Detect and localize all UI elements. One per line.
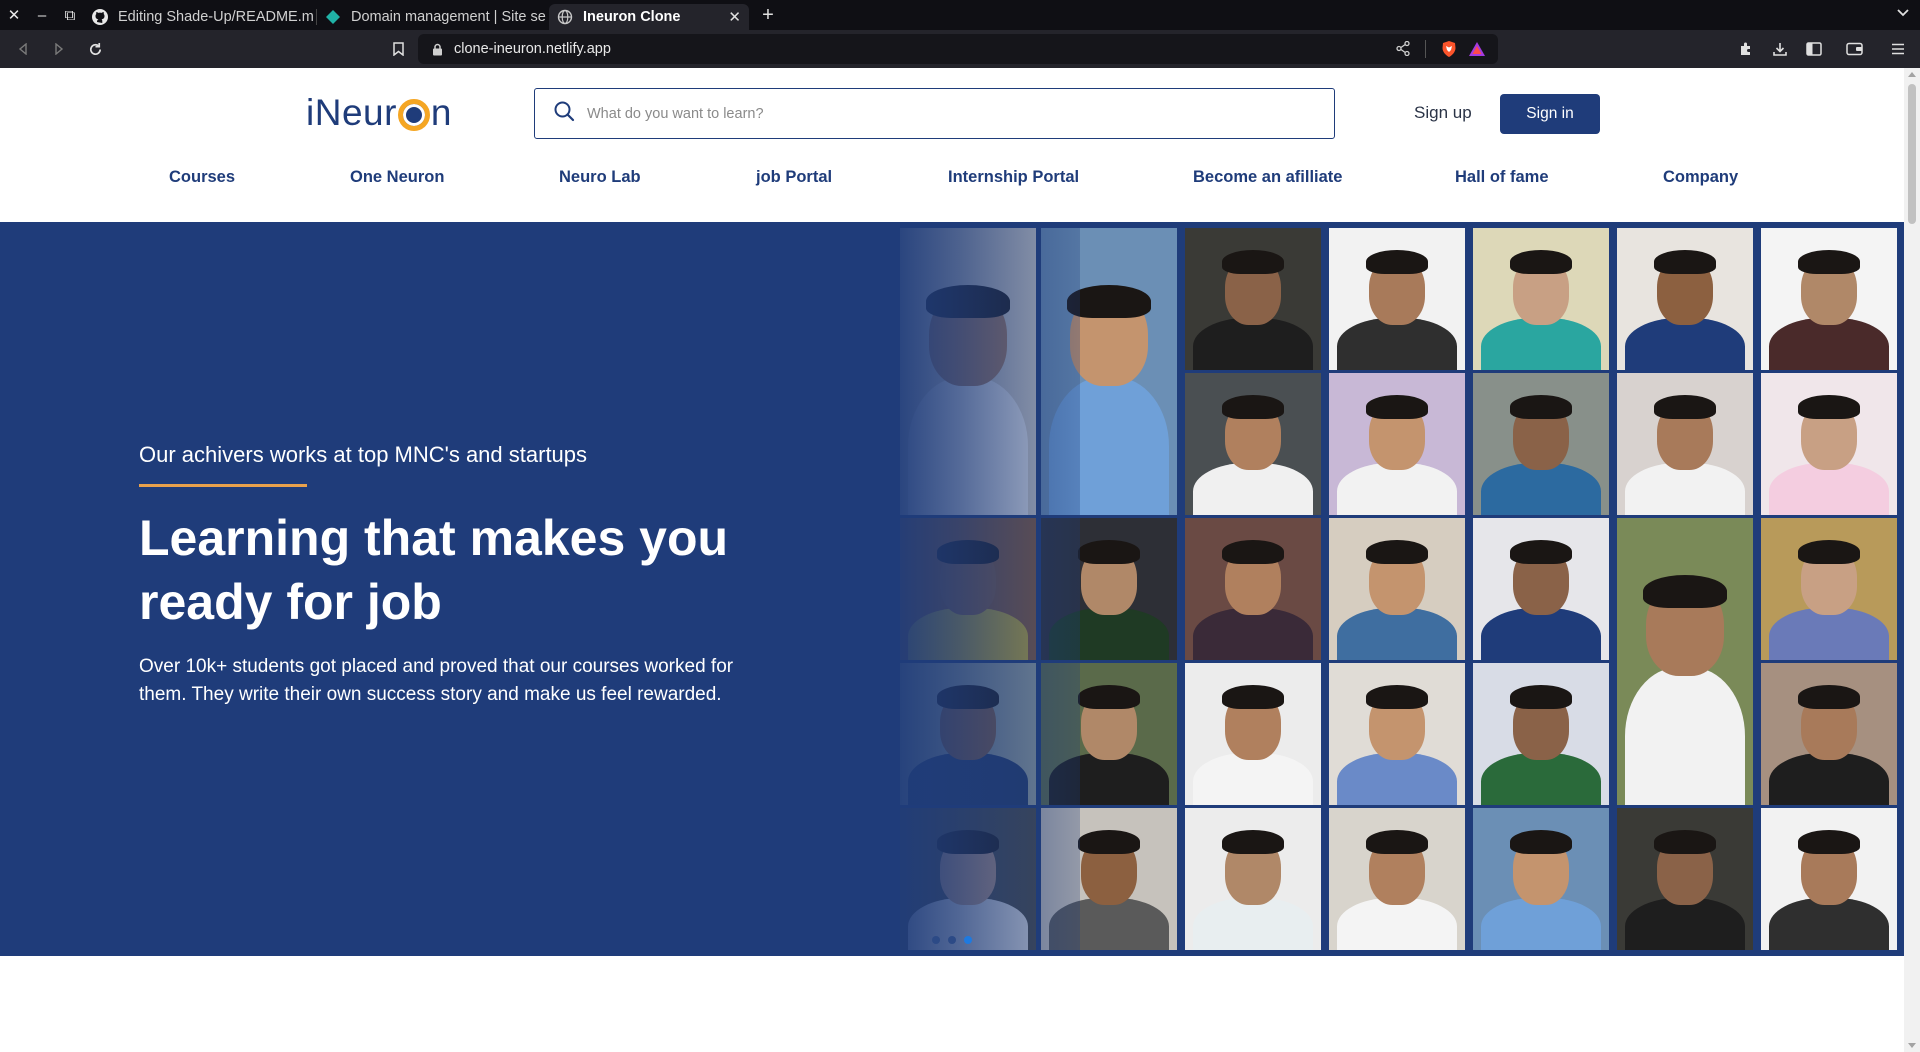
hero-title: Learning that makes you ready for job	[139, 510, 729, 630]
nav-one-neuron[interactable]: One Neuron	[350, 168, 444, 187]
achiever-photo	[1329, 518, 1465, 660]
logo-text-end: n	[430, 92, 452, 133]
achiever-photo	[1617, 518, 1753, 805]
browser-tab-bar: ✕ ‒ ⧉ Editing Shade-Up/README.m Domain m…	[0, 0, 1920, 30]
nav-job-portal[interactable]: job Portal	[756, 168, 832, 187]
sign-in-button[interactable]: Sign in	[1500, 94, 1600, 134]
achiever-photo	[1329, 663, 1465, 805]
achiever-photo	[1761, 808, 1897, 950]
achiever-photo	[1761, 228, 1897, 370]
hero-kicker: Our achivers works at top MNC's and star…	[139, 442, 588, 467]
minimize-window-icon[interactable]: ‒	[28, 0, 56, 30]
close-window-icon[interactable]: ✕	[0, 0, 28, 30]
achiever-photo	[1617, 373, 1753, 515]
hero-description: Over 10k+ students got placed and proved…	[139, 656, 734, 705]
achiever-photo	[1185, 228, 1321, 370]
achiever-photo	[1617, 808, 1753, 950]
brave-rewards-icon[interactable]	[1468, 41, 1486, 57]
back-icon[interactable]	[8, 34, 38, 64]
nav-company[interactable]: Company	[1663, 168, 1738, 187]
logo-text: iNeur	[306, 92, 397, 133]
download-icon[interactable]	[1770, 39, 1790, 59]
brave-shields-icon[interactable]	[1440, 40, 1458, 58]
hero-divider	[139, 484, 307, 487]
restore-window-icon[interactable]: ⧉	[56, 0, 84, 30]
address-bar-divider	[1425, 40, 1426, 58]
github-icon	[92, 9, 108, 25]
search-input[interactable]	[587, 105, 1287, 122]
achiever-photo	[1329, 228, 1465, 370]
forward-icon[interactable]	[44, 34, 74, 64]
tab-netlify[interactable]: Domain management | Site se	[317, 4, 549, 30]
close-tab-icon[interactable]: ✕	[728, 8, 741, 26]
search-box[interactable]	[534, 88, 1335, 139]
url-text: clone-ineuron.netlify.app	[454, 41, 611, 57]
achiever-photo	[1473, 373, 1609, 515]
lock-icon	[432, 42, 444, 56]
netlify-icon	[325, 9, 341, 25]
achiever-photo	[1761, 663, 1897, 805]
photo-grid-fade	[880, 222, 1080, 956]
scroll-down-icon[interactable]	[1908, 1043, 1916, 1048]
achiever-photo	[1473, 518, 1609, 660]
achiever-photo	[1761, 373, 1897, 515]
main-navigation: Courses One Neuron Neuro Lab job Portal …	[0, 168, 1904, 228]
page: iNeurn Sign up Sign in Courses One Neuro…	[0, 68, 1904, 1052]
search-icon	[553, 100, 575, 127]
ineuron-logo[interactable]: iNeur n	[306, 90, 452, 136]
achiever-photo	[1473, 228, 1609, 370]
carousel-dot[interactable]	[948, 936, 956, 944]
browser-toolbar: clone-ineuron.netlify.app	[0, 30, 1920, 68]
tab-github[interactable]: Editing Shade-Up/README.m	[84, 4, 316, 30]
achiever-photo	[1185, 663, 1321, 805]
bookmark-icon[interactable]	[388, 34, 408, 64]
scrollbar-thumb[interactable]	[1908, 84, 1916, 224]
new-tab-icon[interactable]: +	[753, 4, 783, 27]
tab-title: Domain management | Site se	[351, 9, 546, 25]
share-icon[interactable]	[1396, 40, 1410, 61]
achiever-photo	[1473, 808, 1609, 950]
nav-neuro-lab[interactable]: Neuro Lab	[559, 168, 641, 187]
carousel-dot-active[interactable]	[964, 936, 972, 944]
nav-courses[interactable]: Courses	[169, 168, 235, 187]
tab-title: Editing Shade-Up/README.m	[118, 9, 314, 25]
tab-title: Ineuron Clone	[583, 9, 681, 25]
achiever-photo	[1185, 373, 1321, 515]
logo-o-mark	[397, 99, 430, 131]
address-bar[interactable]: clone-ineuron.netlify.app	[418, 34, 1498, 64]
extensions-icon[interactable]	[1736, 39, 1756, 59]
sidebar-icon[interactable]	[1804, 39, 1824, 59]
sign-up-link[interactable]: Sign up	[1414, 103, 1472, 123]
carousel-dot[interactable]	[932, 936, 940, 944]
globe-icon	[557, 9, 573, 25]
menu-icon[interactable]	[1888, 39, 1908, 59]
nav-become-affiliate[interactable]: Become an afilliate	[1193, 168, 1342, 187]
reload-icon[interactable]	[80, 34, 110, 64]
hero-section: Our achivers works at top MNC's and star…	[0, 222, 1904, 956]
achiever-photo	[1761, 518, 1897, 660]
wallet-icon[interactable]	[1844, 39, 1864, 59]
nav-hall-of-fame[interactable]: Hall of fame	[1455, 168, 1549, 187]
carousel-dots	[932, 936, 972, 944]
chevron-down-icon[interactable]	[1896, 5, 1910, 22]
nav-internship-portal[interactable]: Internship Portal	[948, 168, 1079, 187]
page-scrollbar[interactable]	[1904, 68, 1920, 1052]
tab-ineuron-clone[interactable]: Ineuron Clone ✕	[549, 4, 749, 30]
scroll-up-icon[interactable]	[1908, 72, 1916, 77]
achiever-photo	[1185, 808, 1321, 950]
achiever-photo	[1329, 373, 1465, 515]
achiever-photo	[1185, 518, 1321, 660]
achiever-photo	[1473, 663, 1609, 805]
achiever-photo	[1617, 228, 1753, 370]
achiever-photo	[1329, 808, 1465, 950]
